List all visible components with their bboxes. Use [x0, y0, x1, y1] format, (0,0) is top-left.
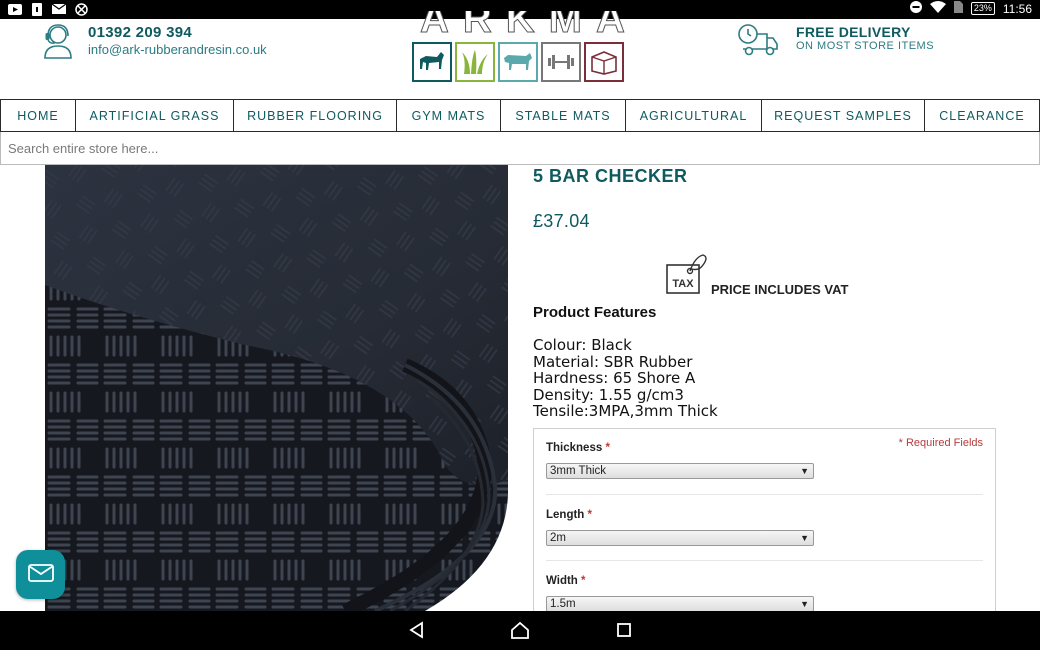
file-icon — [30, 2, 44, 16]
site-header: 01392 209 394 info@ark-rubberandresin.co… — [0, 11, 1040, 100]
nav-item-stable-mats[interactable]: STABLE MATS — [501, 100, 626, 131]
sim-icon — [953, 1, 963, 16]
recents-icon[interactable] — [616, 621, 632, 643]
nav-item-gym-mats[interactable]: GYM MATS — [397, 100, 501, 131]
product-options-form: * Required Fields Thickness * 3mm Thick … — [533, 428, 996, 618]
search-bar — [0, 132, 1040, 165]
divider — [546, 494, 983, 495]
features-list: Colour: Black Material: SBR Rubber Hardn… — [533, 337, 718, 420]
horse-icon — [412, 42, 452, 82]
vat-notice: TAX PRICE INCLUDES VAT — [665, 251, 848, 299]
headset-icon — [42, 23, 74, 63]
required-star: * — [605, 442, 610, 454]
product-image[interactable] — [45, 165, 508, 611]
grass-icon — [455, 42, 495, 82]
vat-text: PRICE INCLUDES VAT — [711, 282, 849, 297]
chevron-down-icon: ▼ — [800, 599, 809, 609]
select-value: 1.5m — [550, 598, 576, 610]
contact-chat-button[interactable] — [16, 550, 65, 599]
clock: 11:56 — [1002, 1, 1032, 16]
feature-item: Colour: Black — [533, 336, 632, 354]
back-icon[interactable] — [408, 621, 426, 643]
select-value: 2m — [550, 532, 566, 544]
chevron-down-icon: ▼ — [800, 466, 809, 476]
logo-wordmark: ARKMAT — [419, 11, 630, 42]
do-not-disturb-icon — [909, 1, 922, 16]
battery-indicator: 23% — [970, 2, 995, 15]
wifi-icon — [929, 1, 946, 16]
delivery-title: FREE DELIVERY — [796, 24, 911, 40]
phone-number[interactable]: 01392 209 394 — [88, 24, 267, 41]
thickness-select[interactable]: 3mm Thick ▼ — [546, 463, 814, 479]
mail-icon — [52, 2, 66, 16]
divider — [546, 560, 983, 561]
tax-badge-text: TAX — [672, 278, 694, 290]
length-select[interactable]: 2m ▼ — [546, 530, 814, 546]
option-label: Length — [546, 509, 585, 521]
features-heading: Product Features — [533, 304, 657, 321]
nav-item-agricultural[interactable]: AGRICULTURAL — [626, 100, 762, 131]
android-nav-bar — [0, 611, 1040, 650]
product-price: £37.04 — [533, 211, 590, 231]
cow-icon — [498, 42, 538, 82]
nav-item-clearance[interactable]: CLEARANCE — [925, 100, 1040, 131]
product-title: 5 BAR CHECKER — [533, 166, 688, 186]
delivery-truck-icon — [737, 23, 779, 61]
nav-item-home[interactable]: HOME — [1, 100, 76, 131]
option-label: Thickness — [546, 442, 603, 454]
option-width: Width * 1.5m ▼ — [546, 575, 983, 612]
chevron-down-icon: ▼ — [800, 533, 809, 543]
option-label: Width — [546, 575, 578, 587]
search-input[interactable] — [1, 132, 1039, 164]
feature-item: Density: 1.55 g/cm3 — [533, 385, 684, 404]
select-value: 3mm Thick — [550, 465, 607, 477]
nav-item-artificial-grass[interactable]: ARTIFICIAL GRASS — [76, 100, 234, 131]
settings-icon — [74, 2, 88, 16]
width-select[interactable]: 1.5m ▼ — [546, 596, 814, 612]
youtube-icon — [8, 2, 22, 16]
box-icon — [584, 42, 624, 82]
delivery-subtitle: ON MOST STORE ITEMS — [796, 40, 935, 52]
product-details: 5 BAR CHECKER £37.04 TAX PRICE INCLUDES … — [533, 165, 1003, 419]
dumbbell-icon — [541, 42, 581, 82]
option-thickness: Thickness * 3mm Thick ▼ — [546, 442, 983, 479]
feature-item: Tensile:3MPA,3mm Thick — [533, 402, 718, 420]
home-icon[interactable] — [510, 621, 530, 643]
feature-item: Hardness: 65 Shore A — [533, 369, 696, 387]
nav-item-request-samples[interactable]: REQUEST SAMPLES — [762, 100, 925, 131]
delivery-block: FREE DELIVERY ON MOST STORE ITEMS — [737, 23, 934, 61]
required-star: * — [587, 509, 593, 521]
nav-item-rubber-flooring[interactable]: RUBBER FLOORING — [234, 100, 397, 131]
main-nav: HOME ARTIFICIAL GRASS RUBBER FLOORING GY… — [0, 99, 1040, 132]
feature-item: Material: SBR Rubber — [533, 352, 693, 371]
email-link[interactable]: info@ark-rubberandresin.co.uk — [88, 42, 267, 57]
option-length: Length * 2m ▼ — [546, 509, 983, 546]
site-logo[interactable]: ARKMAT — [412, 11, 630, 83]
required-star: * — [581, 575, 586, 587]
envelope-icon — [27, 563, 54, 586]
contact-block: 01392 209 394 info@ark-rubberandresin.co… — [42, 23, 267, 63]
tax-tag-icon: TAX — [665, 251, 709, 299]
